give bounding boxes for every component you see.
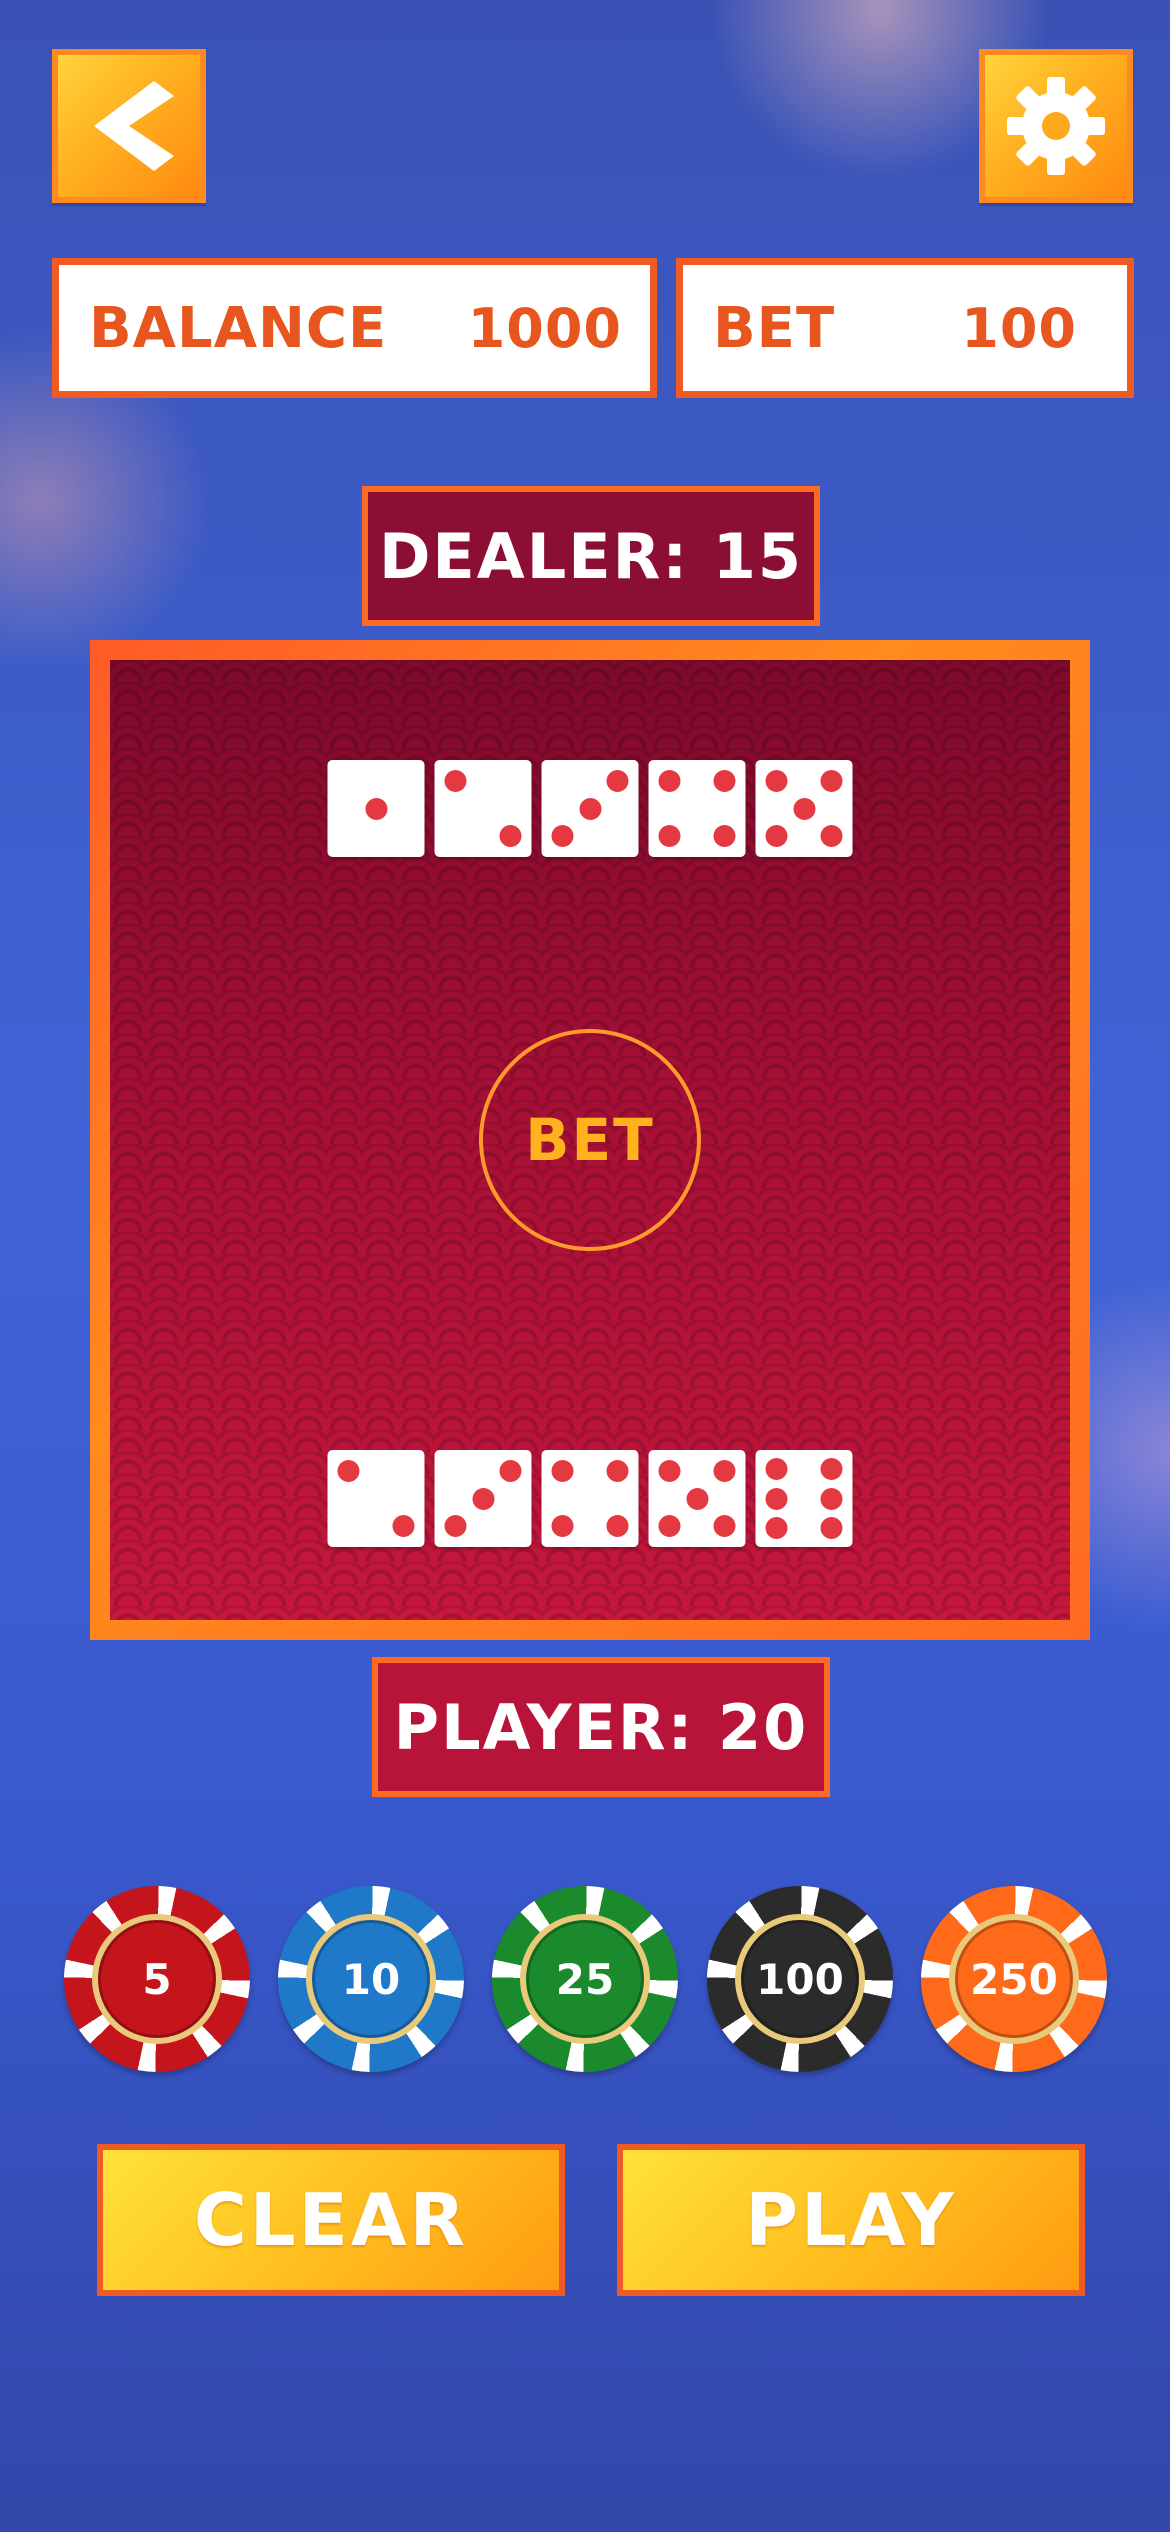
die-pip xyxy=(337,1460,360,1483)
die-pip xyxy=(658,1514,681,1537)
player-die-1 xyxy=(327,1450,425,1547)
balance-box: BALANCE 1000 xyxy=(52,258,657,398)
die-pip xyxy=(551,1514,574,1537)
table-felt: BET xyxy=(110,660,1070,1620)
clear-button[interactable]: CLEAR xyxy=(97,2144,565,2296)
dealer-die-1 xyxy=(327,760,425,857)
chip-250[interactable]: 250 xyxy=(921,1886,1107,2072)
dealer-die-5 xyxy=(755,760,853,857)
die-pip xyxy=(606,1514,629,1537)
die-pip xyxy=(820,770,843,793)
player-dice-row xyxy=(327,1450,853,1547)
die-pip xyxy=(765,824,788,847)
die-pip xyxy=(793,797,815,820)
die-pip xyxy=(713,1514,736,1537)
die-pip xyxy=(820,824,843,847)
player-die-2 xyxy=(434,1450,532,1547)
balance-value: 1000 xyxy=(467,296,622,360)
die-pip xyxy=(765,770,788,793)
bet-value: 100 xyxy=(961,296,1077,360)
die-pip xyxy=(392,1514,415,1537)
die-pip xyxy=(765,1458,788,1481)
settings-button[interactable] xyxy=(979,49,1133,203)
die-pip xyxy=(713,1460,736,1483)
player-die-3 xyxy=(541,1450,639,1547)
chip-value: 100 xyxy=(735,1914,865,2044)
chip-5[interactable]: 5 xyxy=(64,1886,250,2072)
chip-value: 10 xyxy=(306,1914,436,2044)
player-die-5 xyxy=(755,1450,853,1547)
play-button[interactable]: PLAY xyxy=(617,2144,1085,2296)
die-pip xyxy=(365,797,387,820)
chip-value: 5 xyxy=(92,1914,222,2044)
die-pip xyxy=(686,1487,708,1510)
die-pip xyxy=(472,1487,494,1510)
die-pip xyxy=(658,770,681,793)
die-pip xyxy=(606,770,629,793)
die-pip xyxy=(499,1460,522,1483)
dealer-dice-row xyxy=(327,760,853,857)
die-pip xyxy=(499,824,522,847)
die-pip xyxy=(444,1514,467,1537)
dealer-die-2 xyxy=(434,760,532,857)
play-button-label: PLAY xyxy=(745,2178,957,2262)
chevron-left-icon xyxy=(94,81,174,171)
game-table: BET xyxy=(90,640,1090,1640)
clear-button-label: CLEAR xyxy=(193,2178,469,2262)
chip-25[interactable]: 25 xyxy=(492,1886,678,2072)
player-score-text: PLAYER: 20 xyxy=(393,1690,809,1764)
die-pip xyxy=(820,1458,843,1481)
dealer-score-text: DEALER: 15 xyxy=(378,519,804,593)
die-pip xyxy=(658,824,681,847)
die-pip xyxy=(713,770,736,793)
die-pip xyxy=(606,1460,629,1483)
chip-value: 25 xyxy=(520,1914,650,2044)
die-pip xyxy=(551,824,574,847)
die-pip xyxy=(820,1487,843,1510)
bet-label: BET xyxy=(713,295,836,361)
bet-spot-label: BET xyxy=(525,1106,655,1174)
chip-10[interactable]: 10 xyxy=(278,1886,464,2072)
die-pip xyxy=(551,1460,574,1483)
die-pip xyxy=(820,1516,843,1539)
dealer-die-4 xyxy=(648,760,746,857)
bet-box: BET 100 xyxy=(676,258,1134,398)
dealer-die-3 xyxy=(541,760,639,857)
gear-icon xyxy=(1007,77,1105,175)
die-pip xyxy=(444,770,467,793)
chip-100[interactable]: 100 xyxy=(707,1886,893,2072)
die-pip xyxy=(658,1460,681,1483)
die-pip xyxy=(765,1487,788,1510)
chip-value: 250 xyxy=(949,1914,1079,2044)
player-die-4 xyxy=(648,1450,746,1547)
back-button[interactable] xyxy=(52,49,206,203)
player-score: PLAYER: 20 xyxy=(372,1657,830,1797)
die-pip xyxy=(713,824,736,847)
dealer-score: DEALER: 15 xyxy=(362,486,820,626)
balance-label: BALANCE xyxy=(89,295,388,361)
bet-spot[interactable]: BET xyxy=(479,1029,701,1251)
die-pip xyxy=(579,797,601,820)
die-pip xyxy=(765,1516,788,1539)
